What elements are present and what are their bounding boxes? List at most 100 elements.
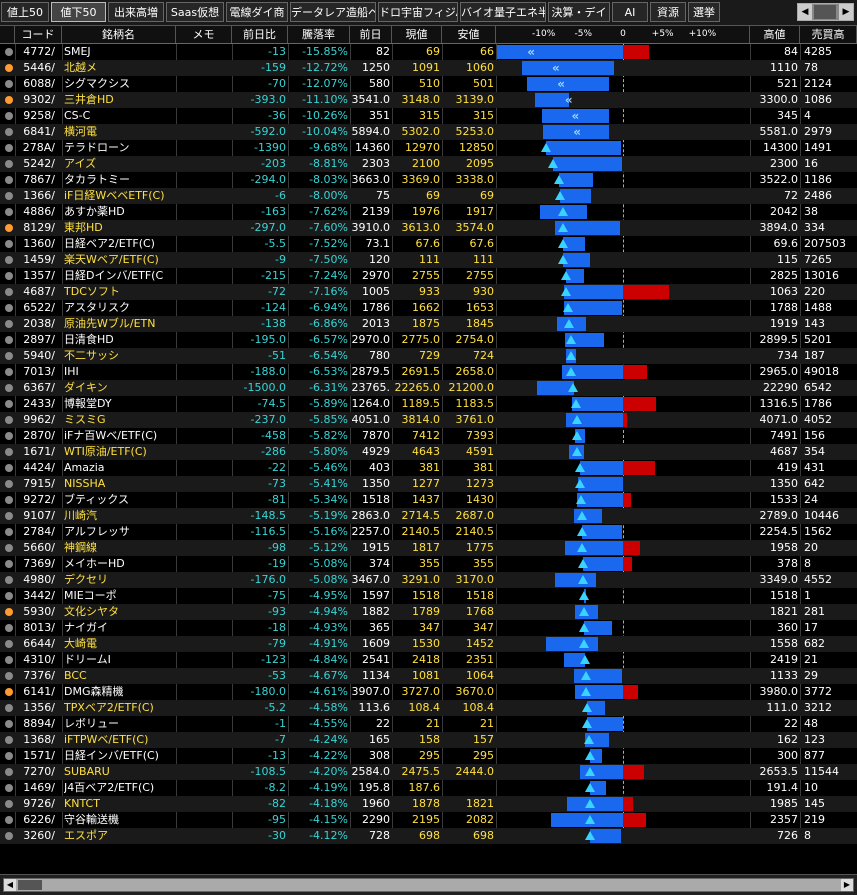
table-row[interactable]: 7376/BCC -53 -4.67% 1134 1081 1064 1133 29 [0, 668, 857, 684]
scroll-right-icon[interactable]: ▶ [841, 879, 853, 891]
table-row[interactable]: 2433/博報堂DY -74.5 -5.89% 1264.0 1189.5 1183.5 1… [0, 396, 857, 412]
table-row[interactable]: 6522/アスタリスク -124 -6.94% 1786 1662 1653 1788 148… [0, 300, 857, 316]
table-row[interactable]: 2897/日清食HD -195.0 -6.57% 2970.0 2775.0 2754.0… [0, 332, 857, 348]
table-row[interactable]: 9726/KNTCT -82 -4.18% 1960 1878 1821 1985 145 [0, 796, 857, 812]
tab-4[interactable]: 電線ダイ商 [226, 2, 288, 22]
table-row[interactable]: 1469/J4百ベア2/ETF(C) -8.2 -4.19% 195.8 187.6 19… [0, 780, 857, 796]
tab-0[interactable]: 値上50 [1, 2, 49, 22]
table-row[interactable]: 1671/WTI原油/ETF(C) -286 -5.80% 4929 4643 4591 4… [0, 444, 857, 460]
table-row[interactable]: 7867/タカラトミー -294.0 -8.03% 3663.0 3369.0 3338.… [0, 172, 857, 188]
range-bar-positive [623, 797, 634, 811]
table-row[interactable]: 1571/日経インバ/ETF(C) -13 -4.22% 308 295 295 300 87… [0, 748, 857, 764]
high-price: 1063 [770, 285, 798, 298]
tab-8[interactable]: 決算・デイ [548, 2, 610, 22]
change-value: -70 [268, 77, 286, 90]
table-row[interactable]: 3442/MIEコーポ -75 -4.95% 1597 1518 1518 1518 1 [0, 588, 857, 604]
header-change[interactable]: 前日比 [232, 26, 288, 43]
table-row[interactable]: 4424/Amazia -22 -5.46% 403 381 381 419 431 [0, 460, 857, 476]
table-row[interactable]: 5940/不二サッシ -51 -6.54% 780 729 724 734 187 [0, 348, 857, 364]
table-row[interactable]: 8129/東邦HD -297.0 -7.60% 3910.0 3613.0 3574.0 3… [0, 220, 857, 236]
table-row[interactable]: 6644/大崎電 -79 -4.91% 1609 1530 1452 1558 682 [0, 636, 857, 652]
table-row[interactable]: 9962/ミスミG -237.0 -5.85% 4051.0 3814.0 3761.0 4… [0, 412, 857, 428]
tab-scroll-right-icon[interactable]: ▶ [839, 4, 853, 20]
status-dot-icon [5, 352, 13, 360]
header-volume[interactable]: 売買高 [800, 26, 857, 43]
header-drop-rate[interactable]: 騰落率 [288, 26, 350, 43]
header-name[interactable]: 銘柄名 [62, 26, 176, 43]
high-price: 1985 [770, 797, 798, 810]
tab-bar: 値上50値下50出来高増Saas仮想電線ダイ商データレア造船ペロ銀行ドロ宇宙フィ… [0, 0, 857, 26]
table-row[interactable]: 9272/ブティックス -81 -5.34% 1518 1437 1430 1533 24 [0, 492, 857, 508]
table-row[interactable]: 278A/テラドローン -1390 -9.68% 14360 12970 12850 143… [0, 140, 857, 156]
tab-scroll-control[interactable]: ◀ ▶ [797, 3, 854, 21]
header-code[interactable]: コード [15, 26, 62, 43]
current-price: 2140.5 [401, 525, 441, 538]
table-row[interactable]: 1357/日経Dインバ/ETF(C -215 -7.24% 2970 2755 2755 2… [0, 268, 857, 284]
tab-3[interactable]: Saas仮想 [166, 2, 224, 22]
table-row[interactable]: 4310/ドリームI -123 -4.84% 2541 2418 2351 2419 21 [0, 652, 857, 668]
table-row[interactable]: 3260/エスポア -30 -4.12% 728 698 698 726 8 [0, 828, 857, 844]
tab-6[interactable]: ドロ宇宙フィジAI [378, 2, 458, 22]
memo-cell [176, 460, 232, 476]
tab-2[interactable]: 出来高増 [108, 2, 164, 22]
table-row[interactable]: 8013/ナイガイ -18 -4.93% 365 347 347 360 17 [0, 620, 857, 636]
table-row[interactable]: 2038/原油先Wブル/ETN -138 -6.86% 2013 1875 1845 191… [0, 316, 857, 332]
header-current[interactable]: 現値 [392, 26, 442, 43]
table-row[interactable]: 7369/メイホーHD -19 -5.08% 374 355 355 378 8 [0, 556, 857, 572]
status-dot-icon [5, 336, 13, 344]
drop-rate: -7.16% [309, 285, 348, 298]
table-row[interactable]: 4772/SMEJ -13 -15.85% 82 69 66 « 84 4285 [0, 44, 857, 60]
table-row[interactable]: 8894/レボリュー -1 -4.55% 22 21 21 22 48 [0, 716, 857, 732]
table-row[interactable]: 5446/北越メ -159 -12.72% 1250 1091 1060 « 1110 78 [0, 60, 857, 76]
tab-1[interactable]: 値下50 [51, 2, 106, 22]
table-row[interactable]: 4687/TDCソフト -72 -7.16% 1005 933 930 1063 220 [0, 284, 857, 300]
table-row[interactable]: 9258/CS-C -36 -10.26% 351 315 315 « 345 4 [0, 108, 857, 124]
tab-7[interactable]: バイオ量子エネ半導 [460, 2, 546, 22]
scroll-thumb[interactable] [18, 880, 42, 890]
table-row[interactable]: 7915/NISSHA -73 -5.41% 1350 1277 1273 1350 642 [0, 476, 857, 492]
memo-cell [176, 92, 232, 108]
tab-scroll-thumb[interactable] [814, 5, 836, 19]
table-row[interactable]: 4980/デクセリ -176.0 -5.08% 3467.0 3291.0 3170.0 3… [0, 572, 857, 588]
table-row[interactable]: 1356/TPXベア2/ETF(C) -5.2 -4.58% 113.6 108.4 10… [0, 700, 857, 716]
tab-scroll-left-icon[interactable]: ◀ [798, 4, 812, 20]
table-row[interactable]: 7270/SUBARU -108.5 -4.20% 2584.0 2475.5 2444.… [0, 764, 857, 780]
header-high[interactable]: 高値 [750, 26, 800, 43]
table-row[interactable]: 1459/楽天Wベア/ETF(C) -9 -7.50% 120 111 111 115 726… [0, 252, 857, 268]
table-row[interactable]: 4886/あすか薬HD -163 -7.62% 2139 1976 1917 2042 38 [0, 204, 857, 220]
high-price: 1958 [770, 541, 798, 554]
tab-10[interactable]: 資源 [650, 2, 686, 22]
table-row[interactable]: 2784/アルフレッサ -116.5 -5.16% 2257.0 2140.5 2140.… [0, 524, 857, 540]
table-row[interactable]: 1366/iF日経WベベETF(C) -6 -8.00% 75 69 69 72 2486 [0, 188, 857, 204]
scroll-left-icon[interactable]: ◀ [4, 879, 16, 891]
table-row[interactable]: 9107/川崎汽 -148.5 -5.19% 2863.0 2714.5 2687.0 27… [0, 508, 857, 524]
stock-name: TDCソフト [64, 285, 120, 298]
table-row[interactable]: 5660/神鋼線 -98 -5.12% 1915 1817 1775 1958 20 [0, 540, 857, 556]
current-price: 108.4 [408, 701, 441, 714]
table-row[interactable]: 6226/守谷輸送機 -95 -4.15% 2290 2195 2082 2357 219 [0, 812, 857, 828]
tab-11[interactable]: 選挙 [688, 2, 720, 22]
table-row[interactable]: 6141/DMG森精機 -180.0 -4.61% 3907.0 3727.0 3670.… [0, 684, 857, 700]
prev-close: 14360 [355, 141, 390, 154]
tab-5[interactable]: データレア造船ペロ銀行 [290, 2, 376, 22]
table-row[interactable]: 6088/シグマクシス -70 -12.07% 580 510 501 « 521 2124 [0, 76, 857, 92]
horizontal-scrollbar[interactable]: ◀ ▶ [3, 878, 854, 892]
table-row[interactable]: 5930/文化シヤタ -93 -4.94% 1882 1789 1768 1821 281 [0, 604, 857, 620]
header-low[interactable]: 安値 [442, 26, 496, 43]
volume: 2979 [804, 125, 832, 138]
header-memo[interactable]: メモ [176, 26, 232, 43]
change-value: -5.5 [264, 237, 286, 250]
header-prev[interactable]: 前日 [350, 26, 392, 43]
table-row[interactable]: 9302/三井倉HD -393.0 -11.10% 3541.0 3148.0 3139.… [0, 92, 857, 108]
table-row[interactable]: 6841/横河電 -592.0 -10.04% 5894.0 5302.0 5253.0 «… [0, 124, 857, 140]
stock-code: 9962/ [23, 413, 55, 426]
stock-name: 原油先Wブル/ETN [64, 317, 156, 330]
tab-9[interactable]: AI [612, 2, 648, 22]
table-row[interactable]: 6367/ダイキン -1500.0 -6.31% 23765. 22265.0 21200… [0, 380, 857, 396]
table-row[interactable]: 1368/iFTPWベ/ETF(C) -7 -4.24% 165 158 157 162 12… [0, 732, 857, 748]
table-row[interactable]: 7013/IHI -188.0 -6.53% 2879.5 2691.5 2658.0 29… [0, 364, 857, 380]
table-row[interactable]: 5242/アイズ -203 -8.81% 2303 2100 2095 2300 16 [0, 156, 857, 172]
table-row[interactable]: 1360/日経ベア2/ETF(C) -5.5 -7.52% 73.1 67.6 67.6 6… [0, 236, 857, 252]
table-row[interactable]: 2870/iFナ百Wベ/ETF(C) -458 -5.82% 7870 7412 7393… [0, 428, 857, 444]
high-price: 115 [777, 253, 798, 266]
